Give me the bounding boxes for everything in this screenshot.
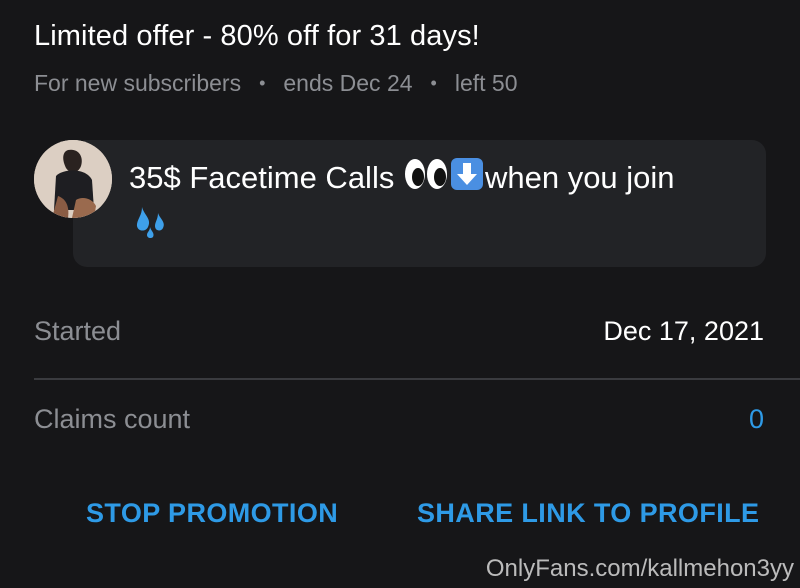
share-link-button[interactable]: SHARE LINK TO PROFILE [417,498,759,529]
offer-left: left 50 [454,70,518,96]
message-text-after: when you join [484,160,675,195]
offer-title: Limited offer - 80% off for 31 days! [34,20,480,52]
watermark: OnlyFans.com/kallmehon3yy [485,555,794,582]
separator-dot: • [259,73,266,93]
stop-promotion-button[interactable]: STOP PROMOTION [86,498,338,529]
message-bubble: 35$ Facetime Calls when you join [73,140,766,267]
started-row: Started Dec 17, 2021 [34,316,764,347]
message-text-before: 35$ Facetime Calls [129,160,395,195]
divider [34,378,800,380]
eyes-icon [404,157,448,203]
sweat-droplets-icon [130,203,170,251]
avatar[interactable] [34,140,112,218]
claims-count-link[interactable]: 0 [749,404,764,435]
separator-dot: • [430,73,437,93]
offer-meta: For new subscribers • ends Dec 24 • left… [34,70,518,97]
offer-audience: For new subscribers [34,70,242,96]
message-text: 35$ Facetime Calls when you join [129,156,749,251]
promotion-screen: Limited offer - 80% off for 31 days! For… [0,0,800,588]
down-arrow-icon [450,157,484,203]
claims-label: Claims count [34,404,191,434]
offer-ends: ends Dec 24 [283,70,413,96]
claims-row: Claims count 0 [34,404,764,435]
started-label: Started [34,316,122,346]
started-value: Dec 17, 2021 [603,316,764,346]
